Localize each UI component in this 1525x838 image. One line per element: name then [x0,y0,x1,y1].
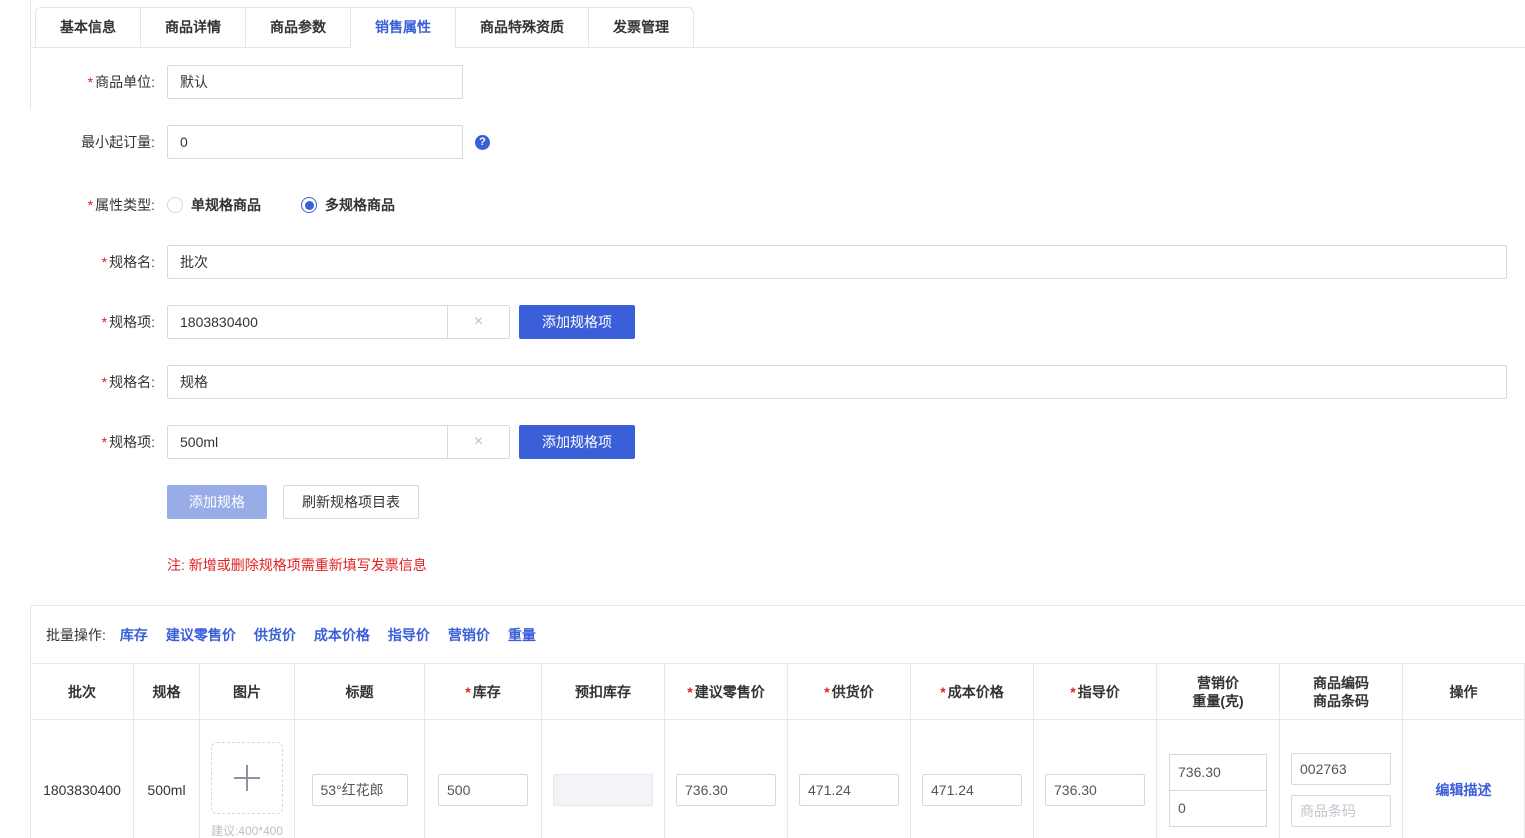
spec-name-input-1[interactable] [167,245,1507,279]
cell-guide-price [1034,720,1157,838]
multi-spec-radio-label[interactable]: 多规格商品 [325,195,395,215]
image-upload-button[interactable] [211,742,283,814]
clear-spec-item-button-2[interactable]: × [447,425,510,459]
attr-type-radio-group: 单规格商品 多规格商品 [167,195,395,215]
cell-spec: 500ml [134,720,200,838]
stock-input[interactable] [438,774,528,806]
tab-special-qualifications[interactable]: 商品特殊资质 [456,8,589,47]
header-cost-price: 成本价格 [911,664,1034,719]
marketing-price-input[interactable] [1169,754,1267,791]
batch-link-supply-price[interactable]: 供货价 [254,625,296,645]
spec-name-label-1: 规格名: [30,245,155,279]
header-guide-price: 指导价 [1034,664,1157,719]
header-batch: 批次 [31,664,134,719]
suggested-retail-price-input[interactable] [676,774,776,806]
header-title: 标题 [295,664,425,719]
cell-suggested-retail-price [665,720,788,838]
tab-sales-attributes[interactable]: 销售属性 [351,8,456,47]
add-spec-button[interactable]: 添加规格 [167,485,267,519]
spec-name-label-2: 规格名: [30,365,155,399]
header-marketing-price-weight: 营销价重量(克) [1157,664,1280,719]
reserved-stock-input [553,774,653,806]
cell-supply-price [788,720,911,838]
cell-cost-price [911,720,1034,838]
product-edit-tabs: 基本信息 商品详情 商品参数 销售属性 商品特殊资质 发票管理 [35,7,694,47]
spec-item-input-2[interactable] [167,425,447,459]
batch-operations-label: 批量操作: [46,625,106,645]
cell-stock [425,720,542,838]
tab-invoice-management[interactable]: 发票管理 [589,8,693,47]
header-reserved-stock: 预扣库存 [542,664,665,719]
multi-spec-radio[interactable] [301,197,317,213]
unit-input[interactable] [167,65,463,99]
edit-description-link[interactable]: 编辑描述 [1436,780,1492,800]
cost-price-input[interactable] [922,774,1022,806]
min-order-input[interactable] [167,125,463,159]
batch-link-suggested-retail-price[interactable]: 建议零售价 [166,625,236,645]
spec-name-input-2[interactable] [167,365,1507,399]
single-spec-radio-label[interactable]: 单规格商品 [191,195,261,215]
batch-link-weight[interactable]: 重量 [508,625,536,645]
header-product-code-barcode: 商品编码商品条码 [1280,664,1403,719]
spec-item-group-2: × [167,425,510,459]
clear-spec-item-button-1[interactable]: × [447,305,510,339]
table-header-row: 批次 规格 图片 标题 库存 预扣库存 建议零售价 供货价 成本价格 指导价 营… [31,664,1525,720]
barcode-input[interactable] [1291,795,1391,827]
guide-price-input[interactable] [1045,774,1145,806]
batch-link-guide-price[interactable]: 指导价 [388,625,430,645]
batch-operations-bar: 批量操作: 库存 建议零售价 供货价 成本价格 指导价 营销价 重量 [31,606,1525,664]
product-code-input[interactable] [1291,753,1391,785]
batch-link-stock[interactable]: 库存 [120,625,148,645]
title-input[interactable] [312,774,408,806]
weight-input[interactable] [1169,790,1267,827]
close-icon: × [474,433,483,451]
unit-label: 商品单位: [30,65,155,99]
tab-product-detail[interactable]: 商品详情 [141,8,246,47]
cell-marketing-price-weight [1157,720,1280,838]
add-spec-item-button-1[interactable]: 添加规格项 [519,305,635,339]
spec-item-input-1[interactable] [167,305,447,339]
header-supply-price: 供货价 [788,664,911,719]
close-icon: × [474,313,483,331]
spec-item-group-1: × [167,305,510,339]
cell-product-code-barcode [1280,720,1403,838]
table-row: 1803830400 500ml 建议:400*400 [31,720,1525,838]
spec-item-label-1: 规格项: [30,305,155,339]
tab-basic-info[interactable]: 基本信息 [36,8,141,47]
cell-actions: 编辑描述 [1403,720,1525,838]
cell-batch: 1803830400 [31,720,134,838]
cell-reserved-stock [542,720,665,838]
sales-attributes-page: 基本信息 商品详情 商品参数 销售属性 商品特殊资质 发票管理 商品单位: 最小… [0,0,1525,838]
image-size-hint: 建议:400*400 [211,822,283,838]
cell-image: 建议:400*400 [200,720,295,838]
cell-title [295,720,425,838]
header-stock: 库存 [425,664,542,719]
header-actions: 操作 [1403,664,1525,719]
single-spec-radio[interactable] [167,197,183,213]
batch-link-marketing-price[interactable]: 营销价 [448,625,490,645]
header-spec: 规格 [134,664,200,719]
header-image: 图片 [200,664,295,719]
add-spec-item-button-2[interactable]: 添加规格项 [519,425,635,459]
spec-item-label-2: 规格项: [30,425,155,459]
supply-price-input[interactable] [799,774,899,806]
tab-product-params[interactable]: 商品参数 [246,8,351,47]
tabs-bottom-border [30,47,1525,48]
batch-link-cost-price[interactable]: 成本价格 [314,625,370,645]
header-suggested-retail-price: 建议零售价 [665,664,788,719]
min-order-label: 最小起订量: [30,125,155,159]
refresh-spec-table-button[interactable]: 刷新规格项目表 [283,485,419,519]
invoice-note: 注: 新增或删除规格项需重新填写发票信息 [167,555,427,575]
sku-table: 批量操作: 库存 建议零售价 供货价 成本价格 指导价 营销价 重量 批次 规格… [30,605,1525,838]
attr-type-label: 属性类型: [30,195,155,215]
help-icon[interactable]: ? [475,135,490,150]
plus-icon [234,765,260,791]
